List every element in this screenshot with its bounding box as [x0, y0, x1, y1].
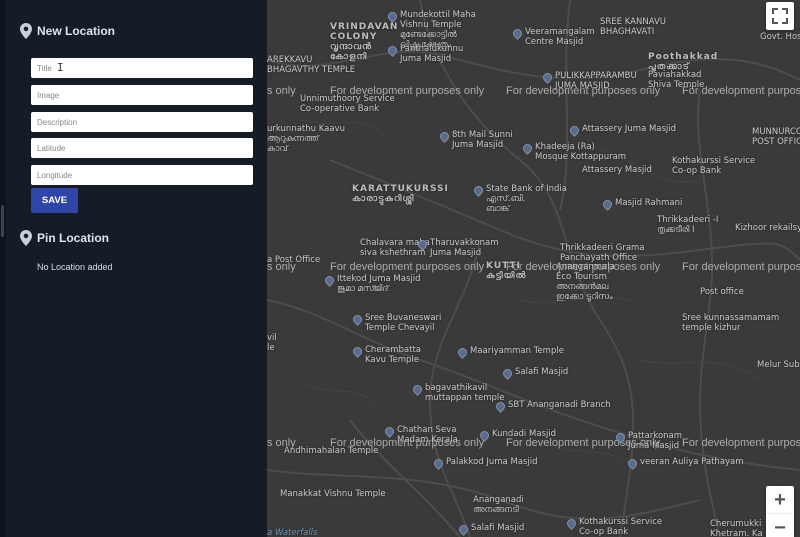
- map-place-label[interactable]: Thrikkadeeri -I തൃക്കടീരി I: [657, 215, 718, 235]
- text-cursor-icon: I: [57, 61, 64, 74]
- location-pin-icon: [20, 230, 32, 246]
- map-place-label[interactable]: Sree kunnassamamam temple kizhur: [682, 313, 779, 333]
- app-window: s only For development purposes only For…: [0, 0, 800, 537]
- map-place-label[interactable]: Masjid Rahmani: [615, 198, 682, 208]
- fullscreen-icon: [772, 8, 788, 24]
- plus-icon: +: [774, 489, 786, 511]
- watermark: For development purposes only: [682, 261, 800, 273]
- map-place-label[interactable]: Unnimuthoory Service Co-operative Bank: [300, 94, 395, 114]
- watermark: For development purposes only: [330, 261, 485, 273]
- image-input[interactable]: [31, 85, 253, 105]
- map-place-label[interactable]: PULIKKAPPARAMBU JUMA MASJID: [555, 71, 637, 91]
- map-place-label[interactable]: Palakkod Juma Masjid: [446, 457, 538, 467]
- map-place-label[interactable]: Post office: [700, 287, 744, 297]
- map-place-label[interactable]: Andhimahalan Temple: [284, 446, 378, 456]
- map-place-label[interactable]: Chathan Seva Madam Kerala: [397, 425, 458, 445]
- map-place-label[interactable]: AREKKAVU BHAGAVTHY TEMPLE: [267, 55, 355, 75]
- zoom-out-button[interactable]: −: [766, 514, 794, 537]
- map-place-label[interactable]: Panthalukunnu Juma Masjid: [400, 44, 463, 64]
- description-input[interactable]: [31, 112, 253, 132]
- map-place-label[interactable]: Manakkat Vishnu Temple: [280, 489, 386, 499]
- fullscreen-button[interactable]: [766, 2, 794, 30]
- map-place-label[interactable]: SREE KANNAVU BHAGHAVATI: [600, 17, 666, 37]
- pin-location-header: Pin Location: [20, 230, 109, 246]
- map-place-label[interactable]: Salafi Masjid: [515, 367, 568, 377]
- map-place-label[interactable]: Veeramangalam Centre Masjid: [525, 27, 595, 47]
- map-place-label[interactable]: Attassery Masjid: [582, 165, 652, 175]
- map-place-label[interactable]: Khadeeja (Ra) Mosque Kottappuram: [535, 142, 626, 162]
- map-place-label[interactable]: Thrikkadeeri Grama Panchayath Office: [560, 243, 645, 263]
- pin-location-title: Pin Location: [37, 231, 109, 245]
- new-location-title: New Location: [37, 24, 116, 38]
- new-location-header: New Location: [20, 23, 115, 39]
- map-place-label[interactable]: Paviahakkad Shiva Temple: [648, 70, 704, 90]
- map-place-label[interactable]: MUNNURCODEPOST OFFICE: [752, 127, 800, 147]
- map-place-label[interactable]: vil le: [267, 333, 277, 353]
- map-place-label[interactable]: Attassery Juma Masjid: [582, 124, 676, 134]
- map-place-label[interactable]: Kothakurssi Service Co-op Bank: [579, 517, 662, 537]
- map-place-label[interactable]: a Post Office: [267, 255, 320, 265]
- map-place-label[interactable]: Cherambatta Kavu Temple: [365, 345, 421, 365]
- map-place-label[interactable]: Ananganadi അനങ്ങനടി: [473, 495, 524, 515]
- map-place-label[interactable]: Salafi Masjid: [471, 523, 524, 533]
- map-place-label[interactable]: 8th Mail Sunni Juma Masjid: [452, 130, 513, 150]
- location-pin-icon: [20, 23, 32, 39]
- save-button[interactable]: SAVE: [31, 188, 78, 213]
- map-place-label[interactable]: Kizhoor rekailsy: [735, 223, 800, 233]
- map-place-label[interactable]: SBT Ananganadi Branch: [508, 400, 611, 410]
- map-place-label[interactable]: KARATTUKURSSI കാരാട്ടുകുറിശ്ശി: [352, 184, 449, 204]
- map-place-label[interactable]: Sree Buvaneswari Temple Chevayil: [365, 313, 441, 333]
- zoom-in-button[interactable]: +: [766, 486, 794, 514]
- map-place-label[interactable]: State Bank of India എസ്.ബി. ബാങ്ക്: [486, 184, 567, 214]
- map-place-label[interactable]: Tharuvakkonam Juma Masjid: [430, 238, 499, 258]
- sidebar-edge: [0, 0, 6, 537]
- map-place-label[interactable]: Ittekod Juma Masjid ജുമാ മസ്ജിദ്: [337, 274, 421, 294]
- latitude-input[interactable]: [31, 138, 253, 158]
- map-place-label[interactable]: urkunnathu Kaavu ആറുകുന്നത്ത് കാവ്: [267, 124, 345, 154]
- map-place-label[interactable]: Ananganmala Eco Tourism അനങ്ങൻമല ഇക്കോ ടൂറി…: [556, 262, 615, 302]
- map-place-label[interactable]: Kothakurssi Service Co-op Bank: [672, 156, 755, 176]
- map-place-label[interactable]: Govt. Hos: [760, 32, 800, 42]
- empty-locations-message: No Location added: [37, 262, 113, 272]
- sidebar: New Location I SAVE Pin Location No Loca…: [0, 0, 267, 537]
- minus-icon: −: [774, 517, 786, 537]
- resize-handle[interactable]: [1, 205, 4, 237]
- map-place-label[interactable]: Cherumukki Khetram. Ka: [710, 519, 763, 537]
- title-input[interactable]: [31, 58, 253, 78]
- map-place-label[interactable]: Maariyamman Temple: [470, 346, 564, 356]
- map-place-label[interactable]: Poothakkad പൂതക്കാട്: [648, 52, 718, 72]
- map-place-label[interactable]: Melur Sub: [757, 360, 800, 370]
- longitude-input[interactable]: [31, 165, 253, 185]
- map-place-label[interactable]: veeran Auliya Pathayam: [640, 457, 744, 467]
- map-place-label[interactable]: a Waterfalls: [267, 528, 317, 537]
- watermark: For development purposes only: [682, 437, 800, 449]
- map-place-label[interactable]: Kundadi Masjid: [492, 429, 556, 439]
- map-place-label[interactable]: bagavathikavil muttappan temple: [425, 383, 504, 403]
- map-place-label[interactable]: Pattarkonam Juma Masjid: [628, 431, 682, 451]
- map-place-label[interactable]: KUTTI കുട്ടിയിൽ: [486, 261, 527, 281]
